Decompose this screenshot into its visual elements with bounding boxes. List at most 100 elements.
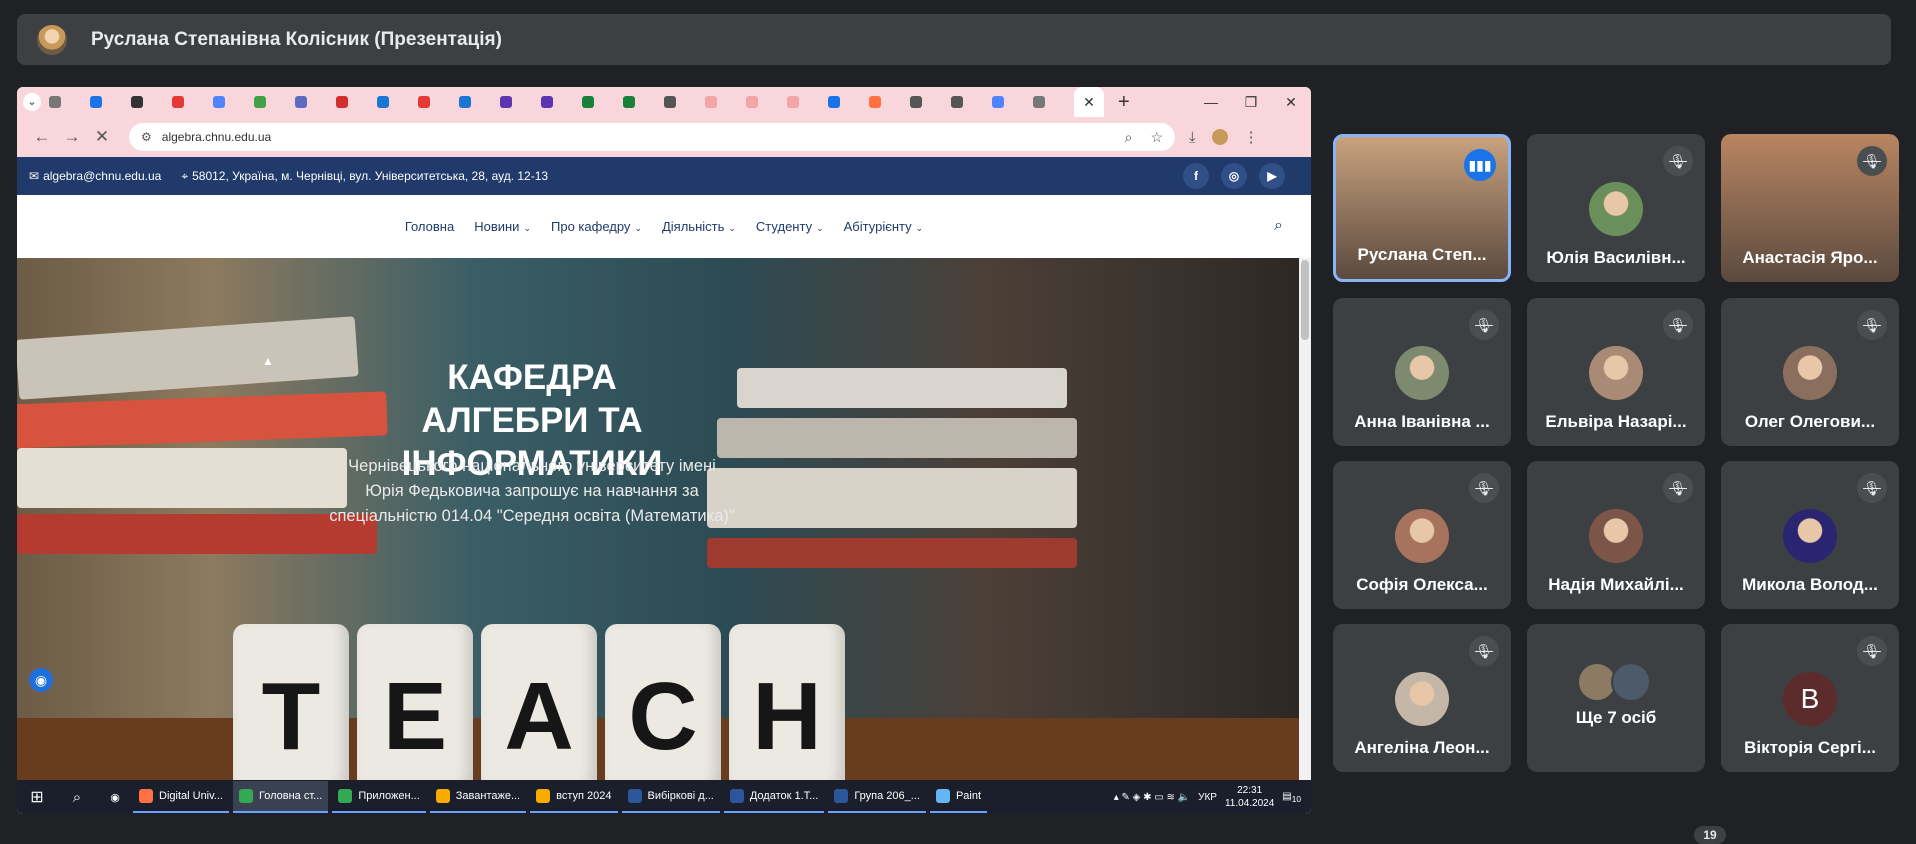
profile-avatar-icon[interactable] — [1211, 129, 1228, 145]
taskbar-app-label: Головна ст... — [258, 790, 323, 802]
tab-favicon-icon — [418, 96, 430, 108]
participant-tile[interactable]: 🎙 Анна Іванівна ... — [1333, 298, 1511, 446]
tray-icons[interactable]: ▴ ✎ ◈ ✱ ▭ ≋ 🔈 — [1114, 792, 1190, 803]
tab-favicon-icon — [336, 96, 348, 108]
nav-item-label: Абітурієнту — [843, 219, 912, 234]
taskbar-app[interactable]: Приложен... — [332, 781, 426, 813]
browser-tab-strip: ⌄ ✕ + — ❐ ✕ — [17, 87, 1311, 117]
participant-tile[interactable]: 🎙 Олег Олегови... — [1721, 298, 1899, 446]
browser-tab[interactable] — [131, 93, 162, 111]
browser-tab[interactable] — [418, 93, 449, 111]
tab-favicon-icon — [787, 96, 799, 108]
browser-tab[interactable] — [1033, 93, 1064, 111]
browser-tab[interactable] — [49, 93, 80, 111]
taskbar-app[interactable]: Вибіркові д... — [621, 781, 720, 813]
participant-tile[interactable]: Ще 7 осіб — [1527, 624, 1705, 772]
browser-tab[interactable] — [828, 93, 859, 111]
participant-tile[interactable]: 🎙 Ангеліна Леон... — [1333, 624, 1511, 772]
browser-tab[interactable] — [336, 93, 367, 111]
browser-tab[interactable] — [377, 93, 408, 111]
restore-icon[interactable]: ❐ — [1231, 94, 1271, 111]
fingerprint-icon[interactable]: ◉ — [29, 668, 53, 692]
book-shape — [717, 418, 1077, 458]
minimize-icon[interactable]: — — [1191, 94, 1231, 111]
taskbar-app[interactable]: Головна ст... — [232, 781, 329, 813]
chrome-icon[interactable]: ◉ — [97, 791, 133, 804]
app-icon — [536, 789, 551, 803]
instagram-icon[interactable]: ◎ — [1221, 163, 1247, 189]
forward-icon[interactable]: → — [57, 127, 87, 147]
nav-item[interactable]: Діяльність ⌄ — [662, 219, 736, 234]
taskbar-app[interactable]: Група 206_... — [828, 781, 926, 813]
taskbar-search-icon[interactable]: ⌕ — [57, 789, 97, 806]
page-scrollbar[interactable] — [1299, 258, 1311, 780]
participant-tile[interactable]: 🎙 Софія Олекса... — [1333, 461, 1511, 609]
browser-tab[interactable] — [541, 93, 572, 111]
download-icon[interactable]: ⤓ — [1189, 129, 1196, 146]
nav-item[interactable]: Студенту ⌄ — [756, 219, 824, 234]
browser-tab[interactable] — [254, 93, 285, 111]
taskbar-app[interactable]: Завантаже... — [429, 781, 527, 813]
close-window-icon[interactable]: ✕ — [1271, 94, 1311, 111]
participant-tile[interactable]: 🎙 Надія Михайлі... — [1527, 461, 1705, 609]
taskbar-app[interactable]: Digital Univ... — [133, 781, 229, 813]
browser-tab[interactable] — [459, 93, 490, 111]
taskbar-app-label: Digital Univ... — [159, 790, 223, 802]
zoom-icon[interactable]: ⌕ — [1125, 129, 1133, 146]
nav-item[interactable]: Абітурієнту ⌄ — [844, 219, 924, 234]
taskbar-app[interactable]: Paint — [929, 781, 988, 813]
address-bar[interactable]: ⚙ algebra.chnu.edu.ua ⌕ ☆ — [129, 123, 1175, 151]
browser-tab[interactable] — [787, 93, 818, 111]
tab-favicon-icon — [705, 96, 717, 108]
nav-item[interactable]: Про кафедру ⌄ — [551, 219, 642, 234]
site-email[interactable]: algebra@chnu.edu.ua — [43, 169, 161, 183]
tab-favicon-icon — [49, 96, 61, 108]
browser-tab[interactable] — [869, 93, 900, 111]
presenter-bar: Руслана Степанівна Колісник (Презентація… — [17, 14, 1891, 65]
browser-tab[interactable] — [951, 93, 982, 111]
clock[interactable]: 22:31 11.04.2024 — [1225, 784, 1274, 810]
windows-start-icon[interactable]: ⊞ — [17, 787, 57, 807]
kebab-menu-icon[interactable]: ⋮ — [1244, 128, 1259, 146]
facebook-icon[interactable]: f — [1183, 163, 1209, 189]
taskbar-app[interactable]: Додаток 1.Т... — [723, 781, 825, 813]
bookmark-star-icon[interactable]: ☆ — [1150, 129, 1163, 146]
browser-tab[interactable] — [213, 93, 244, 111]
active-tab[interactable]: ✕ — [1074, 87, 1104, 117]
youtube-icon[interactable]: ▶ — [1259, 163, 1285, 189]
book-shape — [737, 368, 1067, 408]
browser-tab[interactable] — [664, 93, 695, 111]
browser-tab[interactable] — [295, 93, 326, 111]
stop-icon[interactable]: ✕ — [87, 127, 117, 147]
participant-tile[interactable]: 🎙 Юлія Василівн... — [1527, 134, 1705, 282]
taskbar-app[interactable]: вступ 2024 — [530, 781, 618, 813]
new-tab-icon[interactable]: + — [1118, 91, 1130, 114]
participant-tile[interactable]: В 🎙 Вікторія Сергі... — [1721, 624, 1899, 772]
participant-tile[interactable]: 🎙 Анастасія Яро... — [1721, 134, 1899, 282]
nav-item[interactable]: Головна — [405, 219, 454, 234]
tab-search-icon[interactable]: ⌄ — [23, 93, 41, 111]
browser-tab[interactable] — [623, 93, 654, 111]
browser-tab[interactable] — [582, 93, 613, 111]
browser-tab[interactable] — [500, 93, 531, 111]
search-icon[interactable]: ⌕ — [1274, 217, 1283, 235]
browser-tab[interactable] — [746, 93, 777, 111]
participant-count-badge[interactable]: 19 — [1694, 826, 1726, 844]
browser-tab[interactable] — [705, 93, 736, 111]
participant-tile[interactable]: 🎙 Микола Волод... — [1721, 461, 1899, 609]
nav-item[interactable]: Новини ⌄ — [474, 219, 531, 234]
language-indicator[interactable]: УКР — [1198, 792, 1217, 803]
notifications-icon[interactable]: ▤10 — [1282, 791, 1301, 804]
browser-tab[interactable] — [90, 93, 121, 111]
browser-tab[interactable] — [172, 93, 203, 111]
participant-tile[interactable]: 🎙 Ельвіра Назарі... — [1527, 298, 1705, 446]
participant-tile[interactable]: ▮▮▮ Руслана Степ... — [1333, 134, 1511, 282]
letter-die: A — [481, 624, 597, 780]
letter-die: T — [233, 624, 349, 780]
site-info-icon[interactable]: ⚙ — [141, 130, 152, 144]
participant-name: Ельвіра Назарі... — [1545, 412, 1687, 431]
back-icon[interactable]: ← — [27, 127, 57, 147]
browser-tab[interactable] — [992, 93, 1023, 111]
book-shape — [707, 468, 1077, 528]
browser-tab[interactable] — [910, 93, 941, 111]
